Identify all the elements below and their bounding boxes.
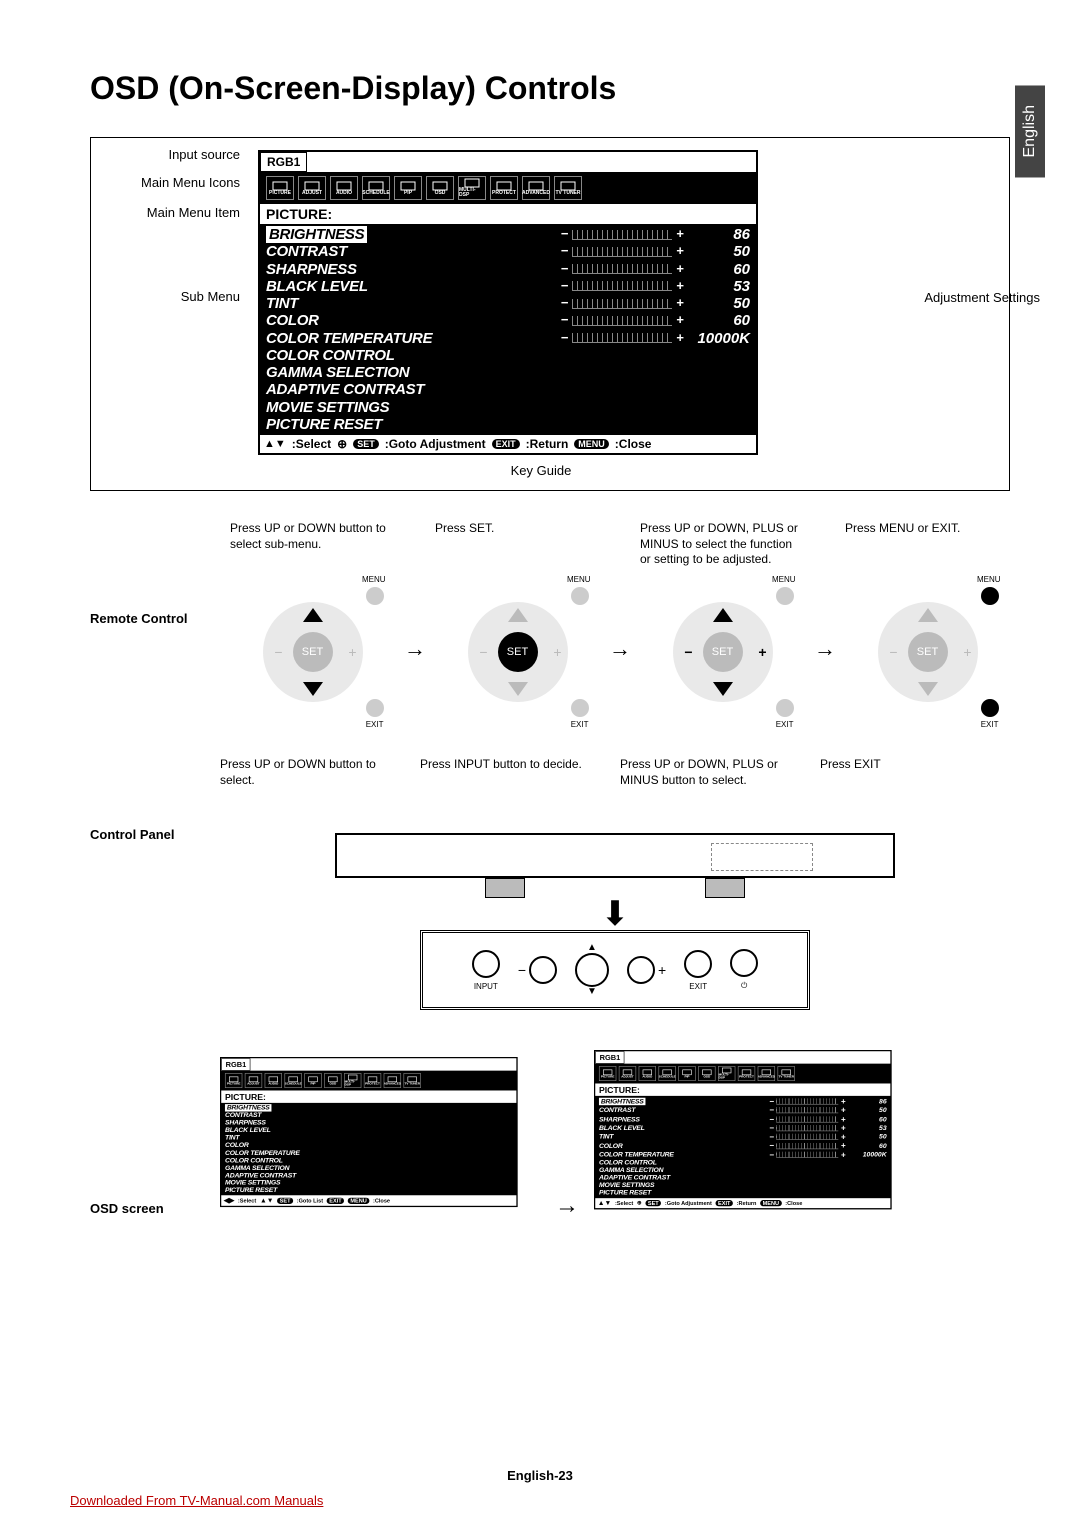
menu-icon: ADVANCED	[758, 1066, 775, 1081]
menu-icon: AUDIO	[330, 176, 358, 200]
cp-step-4: Press EXIT	[820, 757, 990, 823]
language-tab: English	[1015, 85, 1045, 177]
remote-diagram-2: −+ SET MENUEXIT	[453, 587, 583, 717]
osd-item: PICTURE RESET	[266, 416, 750, 433]
osd-item: COLOR TEMPERATURE− +10000K	[266, 330, 750, 347]
osd-item: COLOR− +60	[266, 312, 750, 329]
menu-icon: AUDIO	[639, 1066, 656, 1081]
osd-item: COLOR CONTROL	[266, 347, 750, 364]
menu-icon: AUDIO	[265, 1073, 282, 1088]
menu-icon: OSD	[698, 1066, 715, 1081]
osd-item: ADAPTIVE CONTRAST	[599, 1174, 887, 1181]
osd-item: GAMMA SELECTION	[599, 1167, 887, 1174]
menu-icon: ADVANCED	[522, 176, 550, 200]
osd-item: PICTURE RESET	[225, 1187, 513, 1194]
menu-icon: PROTECT	[364, 1073, 381, 1088]
menu-icon: TV TUNER	[778, 1066, 795, 1081]
osd-panel: RGB1 PICTUREADJUSTAUDIOSCHEDULEPIPOSDMUL…	[258, 150, 758, 455]
osd-item: SHARPNESS− +60	[266, 261, 750, 278]
osd-small-left: RGB1 PICTUREADJUSTAUDIOSCHEDULEPIPOSDMUL…	[220, 1057, 518, 1207]
menu-icon: PICTURE	[266, 176, 294, 200]
osd-key-guide: ▲▼:Select ⊕SET:Goto Adjustment EXIT:Retu…	[260, 435, 756, 453]
menu-icon: OSD	[324, 1073, 341, 1088]
menu-icon: PIP	[304, 1073, 321, 1088]
osd-heading: PICTURE:	[260, 204, 756, 224]
menu-icon: ADJUST	[619, 1066, 636, 1081]
osd-item: CONTRAST− +50	[266, 243, 750, 260]
menu-icon: ADJUST	[298, 176, 326, 200]
menu-icon: MULTI-DSP	[458, 176, 486, 200]
menu-icon: SCHEDULE	[658, 1066, 675, 1081]
menu-icon: PICTURE	[225, 1073, 242, 1088]
menu-icon: SCHEDULE	[362, 176, 390, 200]
flow-arrow-icon: →	[555, 1192, 579, 1220]
download-link[interactable]: Downloaded From TV-Manual.com Manuals	[70, 1493, 323, 1508]
osd-item: BRIGHTNESS− +86	[266, 226, 750, 243]
osd-item: TINT− +50	[266, 295, 750, 312]
remote-control-label: Remote Control	[90, 521, 220, 717]
cp-step-2: Press INPUT button to decide.	[420, 757, 590, 823]
osd-figure: RGB1 PICTUREADJUSTAUDIOSCHEDULEPIPOSDMUL…	[90, 137, 1010, 491]
osd-source: RGB1	[260, 152, 307, 172]
osd-item: COLOR CONTROL	[599, 1159, 887, 1166]
osd-item: MOVIE SETTINGS	[599, 1182, 887, 1189]
osd-item: PICTURE RESET	[599, 1189, 887, 1196]
flow-arrow-icon: →	[609, 636, 631, 662]
power-button	[730, 949, 758, 977]
page-footer: English-23	[0, 1468, 1080, 1483]
menu-icon: OSD	[426, 176, 454, 200]
menu-icon: PIP	[678, 1066, 695, 1081]
osd-item: BLACK LEVEL− +53	[266, 278, 750, 295]
down-arrow-icon: ⬇	[220, 894, 1010, 934]
osd-iconrow: PICTUREADJUSTAUDIOSCHEDULEPIPOSDMULTI-DS…	[260, 172, 756, 204]
menu-icon: ADVANCED	[384, 1073, 401, 1088]
monitor-diagram	[335, 833, 895, 878]
osd-item: GAMMA SELECTION	[266, 364, 750, 381]
menu-icon: PROTECT	[490, 176, 518, 200]
label-key-guide: Key Guide	[103, 463, 979, 478]
remote-diagram-1: −+ SET MENUEXIT	[248, 587, 378, 717]
exit-button	[684, 950, 712, 978]
osd-screen-label: OSD screen	[90, 1141, 220, 1216]
osd-item: MOVIE SETTINGS	[266, 399, 750, 416]
menu-icon: TV TUNER	[554, 176, 582, 200]
menu-icon: PIP	[394, 176, 422, 200]
menu-icon: MULTI-DSP	[718, 1066, 735, 1081]
menu-icon: ADJUST	[245, 1073, 262, 1088]
menu-icon: SCHEDULE	[284, 1073, 301, 1088]
menu-icon: TV TUNER	[404, 1073, 421, 1088]
input-button	[472, 950, 500, 978]
cp-step-3: Press UP or DOWN, PLUS or MINUS button t…	[620, 757, 790, 823]
control-panel-label: Control Panel	[90, 757, 220, 1010]
flow-arrow-icon: →	[404, 636, 426, 662]
menu-icon: MULTI-DSP	[344, 1073, 361, 1088]
osd-small-right: RGB1 PICTUREADJUSTAUDIOSCHEDULEPIPOSDMUL…	[594, 1050, 892, 1209]
flow-arrow-icon: →	[814, 636, 836, 662]
menu-icon: PROTECT	[738, 1066, 755, 1081]
osd-item: COLOR TEMPERATURE− +10000K	[599, 1150, 887, 1159]
control-panel-diagram: INPUT − ▲ ▼ + EXIT ⏻	[420, 930, 810, 1010]
remote-diagram-3: −+ SET MENUEXIT	[658, 587, 788, 717]
cp-step-1: Press UP or DOWN button to select.	[220, 757, 390, 823]
osd-item: ADAPTIVE CONTRAST	[266, 381, 750, 398]
menu-icon: PICTURE	[599, 1066, 616, 1081]
remote-diagram-4: −+ SET MENUEXIT	[863, 587, 993, 717]
page-title: OSD (On-Screen-Display) Controls	[90, 70, 1010, 107]
